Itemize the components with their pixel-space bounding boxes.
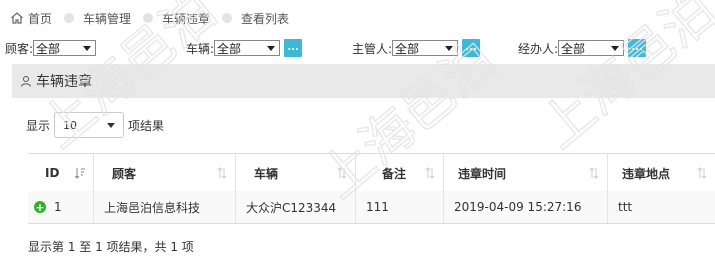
customer-select[interactable]: 全部 <box>33 40 97 56</box>
panel-title: 车辆违章 <box>36 74 92 90</box>
expand-row-icon[interactable]: + <box>34 201 46 213</box>
page-length-select[interactable]: 10 <box>54 112 125 138</box>
column-header-vehicle[interactable]: 车辆 <box>236 154 356 192</box>
column-header-label: 备注 <box>382 166 407 181</box>
page-length-suffix: 项结果 <box>128 118 165 133</box>
vehicle-select[interactable]: 全部 <box>214 40 281 56</box>
handler-select-value: 全部 <box>561 41 586 56</box>
breadcrumb-home[interactable]: 首页 <box>10 10 52 27</box>
cell-id: + 1 <box>28 191 94 223</box>
handler-filter: 经办人: 全部 ... <box>518 38 647 58</box>
column-header-customer[interactable]: 顾客 <box>94 154 236 192</box>
vehicle-picker-button[interactable]: ... <box>284 39 303 57</box>
customer-select-value: 全部 <box>36 41 61 56</box>
table-info: 显示第 1 至 1 项结果，共 1 项 <box>28 240 194 254</box>
customer-filter-label: 顾客: <box>5 41 34 56</box>
cell-id-value: 1 <box>54 200 62 214</box>
handler-filter-label: 经办人: <box>518 41 559 56</box>
column-header-remark[interactable]: 备注 <box>356 154 444 192</box>
manager-picker-button[interactable]: ... <box>462 39 481 57</box>
cell-remark: 111 <box>356 191 444 223</box>
column-header-label: 车辆 <box>254 166 279 181</box>
chevron-down-icon <box>611 45 620 51</box>
handler-select[interactable]: 全部 <box>558 40 625 56</box>
breadcrumb: 首页 车辆管理 车辆违章 查看列表 <box>10 9 289 27</box>
page-length-value: 10 <box>63 118 78 132</box>
handler-picker-button[interactable]: ... <box>628 39 647 57</box>
panel-header: 车辆违章 <box>12 64 715 98</box>
sort-icon <box>217 167 227 179</box>
user-icon <box>21 76 31 87</box>
customer-filter: 顾客: 全部 <box>5 38 97 58</box>
chevron-down-icon <box>445 45 454 51</box>
cell-customer: 上海邑泊信息科技 <box>94 191 236 223</box>
vehicle-filter: 车辆: 全部 ... <box>186 38 303 58</box>
page-length: 显示 10 项结果 <box>26 112 164 138</box>
sort-icon <box>337 167 347 179</box>
breadcrumb-item[interactable]: 车辆违章 <box>162 10 210 27</box>
column-header-id[interactable]: ID <box>28 154 94 192</box>
vehicle-filter-label: 车辆: <box>186 41 215 56</box>
column-header-label: 违章时间 <box>458 166 507 181</box>
chevron-down-icon <box>83 45 92 51</box>
column-header-label: ID <box>45 166 60 180</box>
breadcrumb-separator <box>64 13 75 23</box>
cell-time: 2019-04-09 15:27:16 <box>444 191 608 223</box>
column-header-label: 违章地点 <box>622 166 671 181</box>
column-header-time[interactable]: 违章时间 <box>444 154 608 192</box>
breadcrumb-item[interactable]: 车辆管理 <box>83 10 131 27</box>
home-icon <box>11 12 23 24</box>
manager-filter-label: 主管人: <box>352 41 393 56</box>
chevron-down-icon <box>107 122 116 128</box>
filter-bar: 顾客: 全部 车辆: 全部 ... 主管人: 全部 ... 经办人: 全部 ..… <box>0 38 715 58</box>
breadcrumb-label: 首页 <box>28 11 53 26</box>
breadcrumb-current: 查看列表 <box>241 11 290 26</box>
vehicle-select-value: 全部 <box>217 41 242 56</box>
cell-place: ttt <box>618 200 633 214</box>
table-header: ID 顾客 车辆 备注 违章时间 违章地点 <box>28 153 715 193</box>
sort-asc-icon <box>75 168 85 179</box>
column-header-label: 顾客 <box>112 166 137 181</box>
table-row[interactable]: + 1 上海邑泊信息科技 大众沪C123344 111 2019-04-09 1… <box>28 191 715 224</box>
sort-icon <box>697 167 707 179</box>
sort-icon <box>425 167 435 179</box>
manager-select[interactable]: 全部 <box>392 40 459 56</box>
page-length-prefix: 显示 <box>26 118 51 133</box>
column-header-place[interactable]: 违章地点 <box>608 154 715 192</box>
breadcrumb-separator <box>222 13 233 23</box>
sort-icon <box>589 167 599 179</box>
cell-vehicle: 大众沪C123344 <box>236 191 356 223</box>
breadcrumb-separator <box>143 13 154 23</box>
manager-filter: 主管人: 全部 ... <box>352 38 481 58</box>
manager-select-value: 全部 <box>395 41 420 56</box>
chevron-down-icon <box>267 45 276 51</box>
